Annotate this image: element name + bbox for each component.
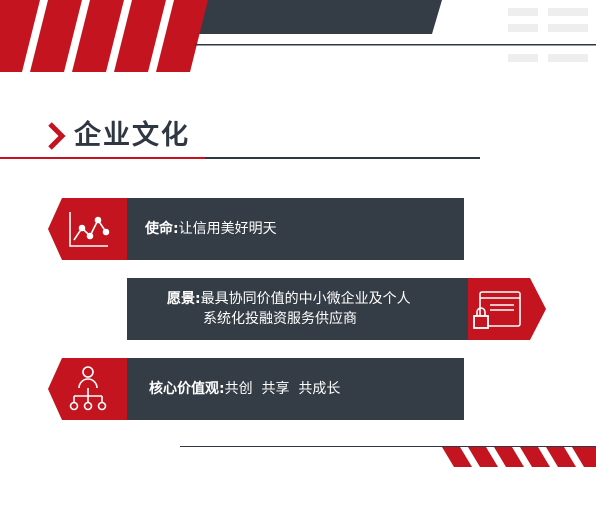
mission-card: 使命:让信用美好明天	[127, 198, 464, 260]
title-underline-dark	[205, 157, 480, 159]
vision-label: 愿景	[167, 291, 195, 307]
core-values-text: 共创 共享 共成长	[224, 381, 341, 397]
mission-label: 使命	[145, 221, 173, 237]
vision-icon-badge	[468, 278, 546, 340]
chevron-right-icon	[48, 122, 66, 150]
top-banner-stripes	[0, 0, 596, 72]
vision-card: 愿景:最具协同价值的中小微企业及个人 系统化投融资服务供应商	[127, 278, 470, 340]
core-values-card: 核心价值观:共创 共享 共成长	[127, 358, 464, 420]
mission-text: 让信用美好明天	[178, 221, 277, 237]
section-title: 企业文化	[74, 120, 190, 151]
vision-text: 最具协同价值的中小微企业及个人	[200, 291, 411, 307]
core-values-label: 核心价值观	[149, 381, 219, 397]
vision-text-line2: 系统化投融资服务供应商	[203, 311, 357, 327]
values-icon-badge	[48, 358, 128, 420]
bottom-stripes	[442, 447, 596, 467]
mission-icon-badge	[48, 198, 128, 260]
